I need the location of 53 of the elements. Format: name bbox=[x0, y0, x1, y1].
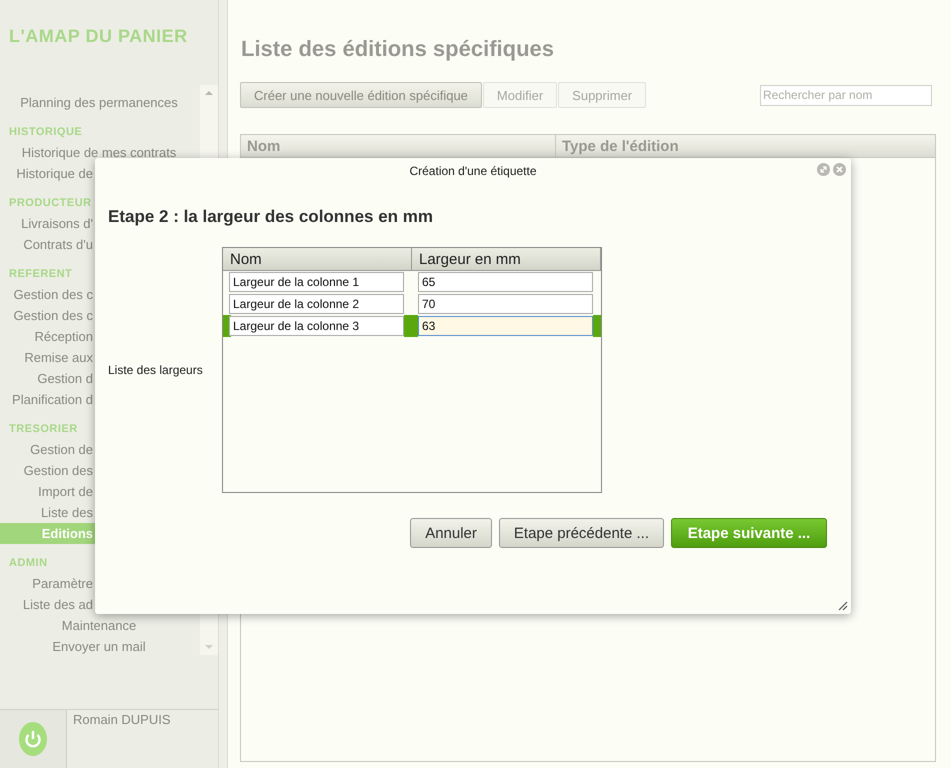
menu-section-heading: PRODUCTEUR bbox=[8, 196, 93, 211]
width-field[interactable]: 70 bbox=[418, 294, 593, 314]
menu-item[interactable]: Maintenance bbox=[0, 615, 198, 636]
menu-item[interactable]: Planning des permanences bbox=[0, 92, 198, 113]
menu-item[interactable]: Planification d bbox=[0, 389, 93, 410]
menu-item[interactable]: Envoyer un mail bbox=[0, 636, 198, 655]
column-header[interactable]: Largeur en mm bbox=[412, 248, 601, 270]
field-label: Liste des largeurs bbox=[107, 363, 204, 377]
maximize-icon[interactable] bbox=[817, 163, 830, 176]
toolbar-button[interactable]: Créer une nouvelle édition spécifique bbox=[240, 82, 482, 108]
power-icon[interactable] bbox=[18, 722, 48, 756]
column-header[interactable]: Nom bbox=[223, 248, 412, 270]
menu-item[interactable]: Liste des ad bbox=[0, 594, 93, 615]
grid-row[interactable]: Largeur de la colonne 1 65 bbox=[223, 271, 601, 293]
user-name: Romain DUPUIS bbox=[72, 711, 172, 729]
menu-item[interactable]: Historique de bbox=[0, 163, 93, 184]
menu-item[interactable]: Réception bbox=[0, 326, 93, 347]
menu-item[interactable]: Gestion d bbox=[0, 368, 93, 389]
scroll-down-icon[interactable] bbox=[204, 643, 214, 651]
column-header[interactable]: Nom bbox=[241, 135, 556, 157]
grid-row[interactable]: Largeur de la colonne 2 70 bbox=[223, 293, 601, 315]
menu-item[interactable]: Remise aux bbox=[0, 347, 93, 368]
close-icon[interactable] bbox=[833, 163, 846, 176]
dialog-title: Création d'une étiquette bbox=[409, 164, 537, 178]
menu-section-heading: HISTORIQUE bbox=[8, 125, 84, 140]
menu-item[interactable]: Liste des bbox=[0, 502, 93, 523]
name-field[interactable]: Largeur de la colonne 3 bbox=[229, 316, 404, 336]
menu-section-heading: REFERENT bbox=[8, 267, 74, 282]
menu-item[interactable]: Contrats d'u bbox=[0, 234, 93, 255]
menu-section-heading: TRESORIER bbox=[8, 422, 79, 437]
menu-item[interactable]: Gestion des c bbox=[0, 284, 93, 305]
dialog-button[interactable]: Etape précédente ... bbox=[498, 518, 664, 548]
menu-item[interactable]: Gestion des c bbox=[0, 305, 93, 326]
menu-section-heading: ADMIN bbox=[8, 556, 49, 571]
next-button[interactable]: Etape suivante ... bbox=[671, 518, 827, 548]
grid-row[interactable]: Largeur de la colonne 3 63 bbox=[223, 315, 601, 337]
width-field[interactable]: 63 bbox=[418, 316, 593, 336]
resize-grip-icon[interactable] bbox=[838, 601, 848, 611]
width-field[interactable]: 65 bbox=[418, 272, 593, 292]
menu-item[interactable]: Livraisons d' bbox=[0, 213, 93, 234]
menu-item[interactable]: Gestion des bbox=[0, 460, 93, 481]
page-title: Liste des éditions spécifiques bbox=[241, 36, 555, 62]
menu-item[interactable]: Paramètre bbox=[0, 573, 93, 594]
column-header[interactable]: Type de l'édition bbox=[556, 135, 935, 157]
scroll-up-icon[interactable] bbox=[204, 89, 214, 97]
name-field[interactable]: Largeur de la colonne 1 bbox=[229, 272, 404, 292]
search-field[interactable]: Rechercher par nom bbox=[760, 84, 932, 106]
dialog-button[interactable]: Annuler bbox=[410, 518, 492, 548]
menu-item[interactable]: Gestion de bbox=[0, 439, 93, 460]
step-title: Etape 2 : la largeur des colonnes en mm bbox=[108, 207, 434, 227]
app-logo: L'AMAP DU PANIER bbox=[8, 25, 189, 48]
menu-item[interactable]: Import de bbox=[0, 481, 93, 502]
name-field[interactable]: Largeur de la colonne 2 bbox=[229, 294, 404, 314]
